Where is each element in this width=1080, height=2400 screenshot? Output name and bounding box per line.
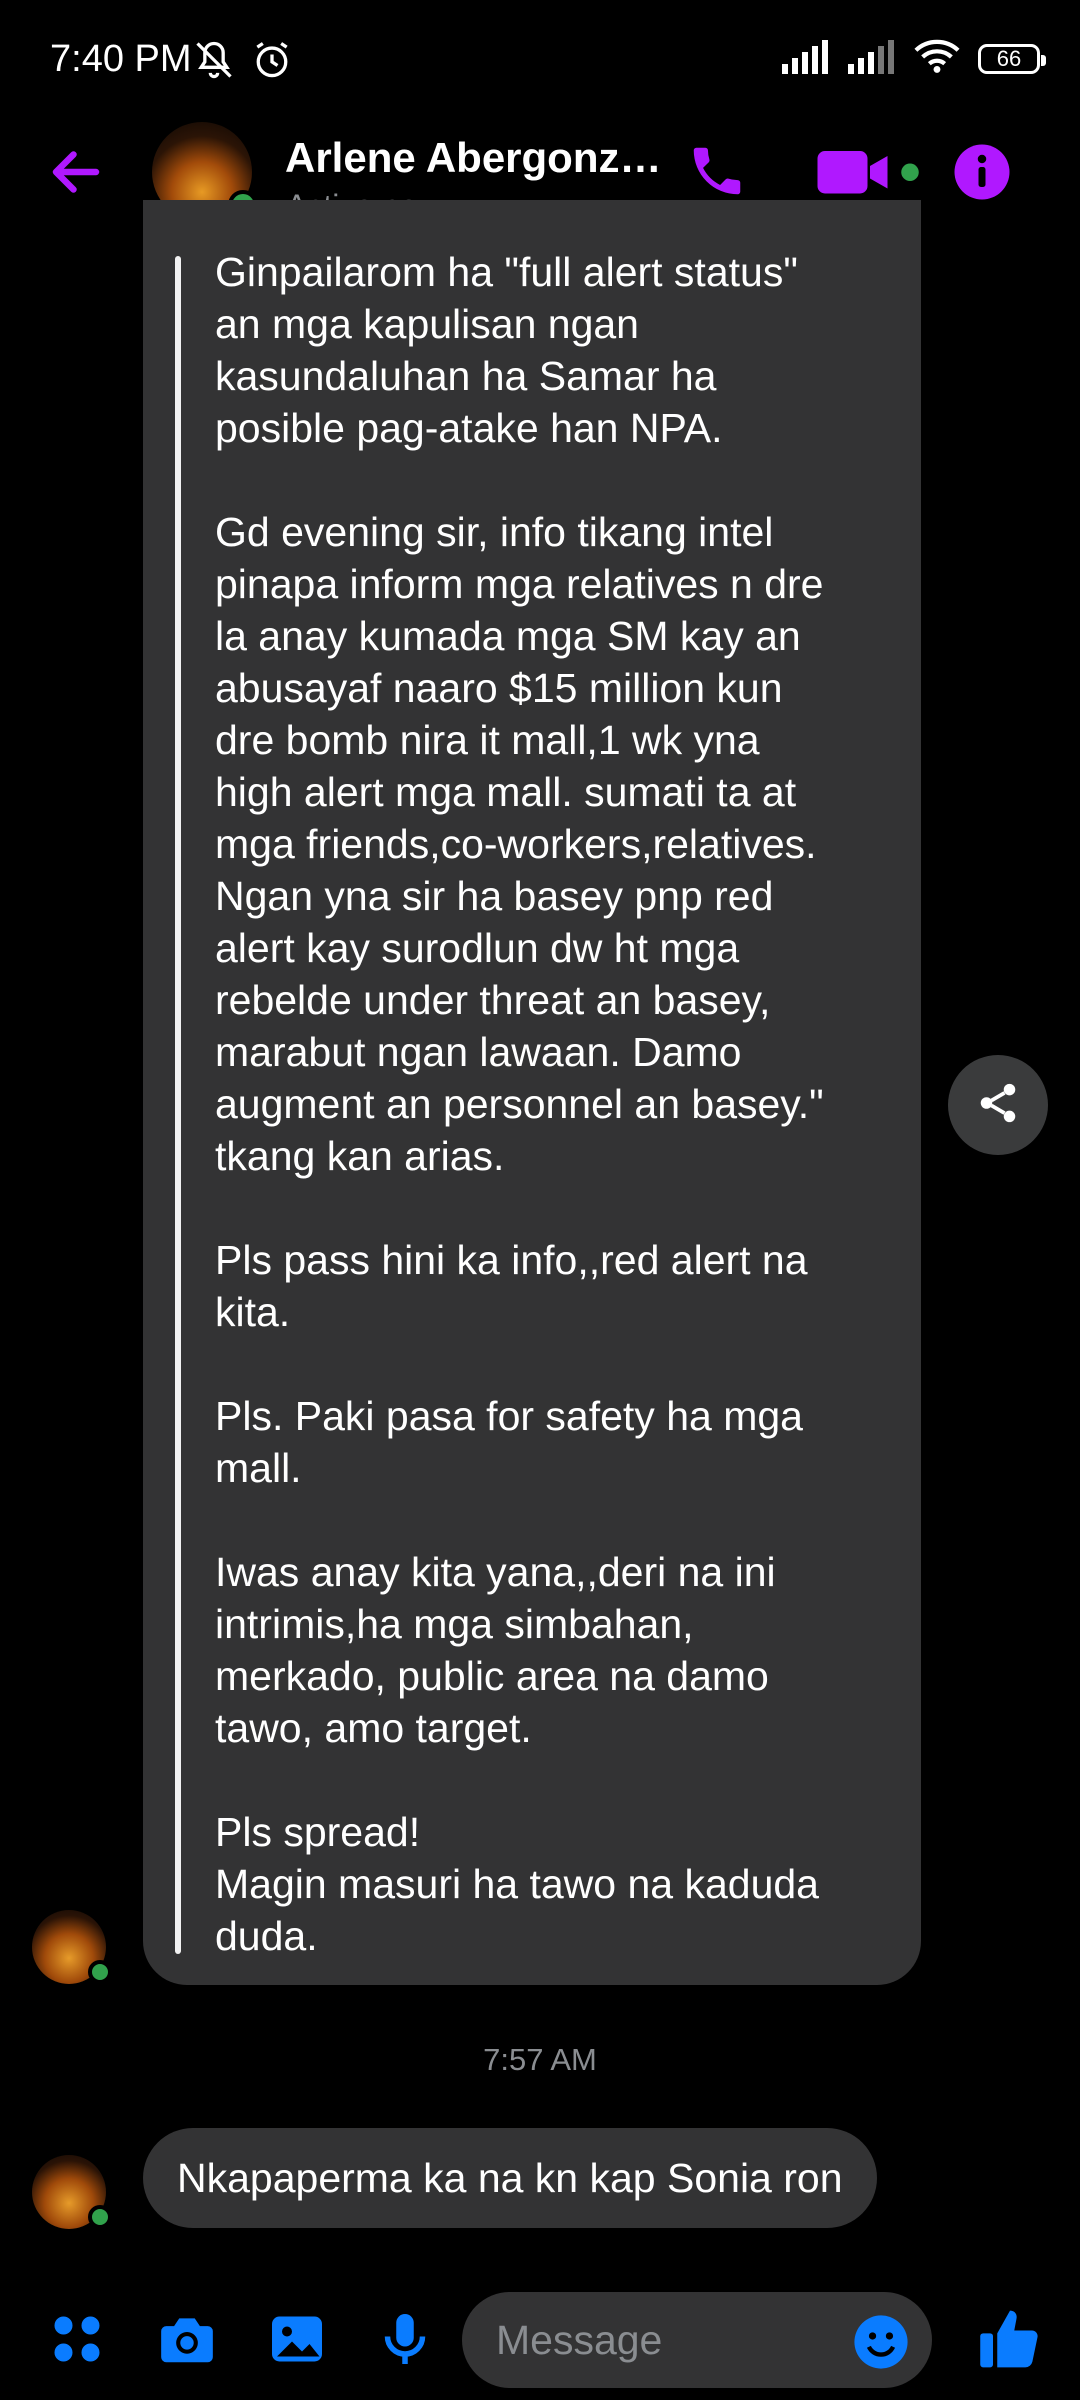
status-bar: 7:40 PM 66	[0, 0, 1080, 120]
sender-avatar[interactable]	[32, 2155, 112, 2229]
share-button[interactable]	[948, 1055, 1048, 1155]
emoji-icon[interactable]	[852, 2313, 910, 2371]
gallery-icon[interactable]	[264, 2306, 330, 2372]
alarm-icon	[250, 38, 294, 87]
status-right-icons: 66	[782, 38, 1046, 79]
info-icon[interactable]	[952, 142, 1012, 202]
mute-bell-icon	[192, 38, 236, 87]
back-arrow-icon[interactable]	[46, 142, 106, 202]
microphone-icon[interactable]	[372, 2306, 438, 2372]
quote-bar	[175, 256, 181, 1954]
status-left-icons	[192, 38, 294, 87]
apps-grid-icon[interactable]	[44, 2306, 110, 2372]
signal-icon	[848, 38, 896, 79]
camera-icon[interactable]	[154, 2306, 220, 2372]
share-icon	[975, 1080, 1021, 1131]
signal-icon	[782, 38, 830, 79]
status-time: 7:40 PM	[50, 38, 192, 80]
forwarded-message-bubble[interactable]: Ginpailarom ha "full alert status" an mg…	[143, 200, 921, 1985]
video-call-icon[interactable]	[815, 140, 925, 202]
forwarded-message-text: Ginpailarom ha "full alert status" an mg…	[215, 249, 824, 1959]
online-indicator	[88, 2205, 112, 2229]
message-text: Nkapaperma ka na kn kap Sonia ron	[177, 2154, 843, 2201]
message-bubble[interactable]: Nkapaperma ka na kn kap Sonia ron	[143, 2128, 877, 2228]
thumbs-up-icon[interactable]	[976, 2304, 1044, 2374]
phone-call-icon[interactable]	[686, 140, 748, 202]
battery-icon: 66	[978, 43, 1046, 74]
sender-avatar[interactable]	[32, 1910, 112, 1984]
message-timestamp: 7:57 AM	[483, 2042, 597, 2077]
wifi-icon	[914, 38, 960, 79]
online-indicator	[88, 1960, 112, 1984]
contact-name[interactable]: Arlene Abergonz…	[285, 134, 661, 182]
message-composer	[0, 2280, 1080, 2400]
